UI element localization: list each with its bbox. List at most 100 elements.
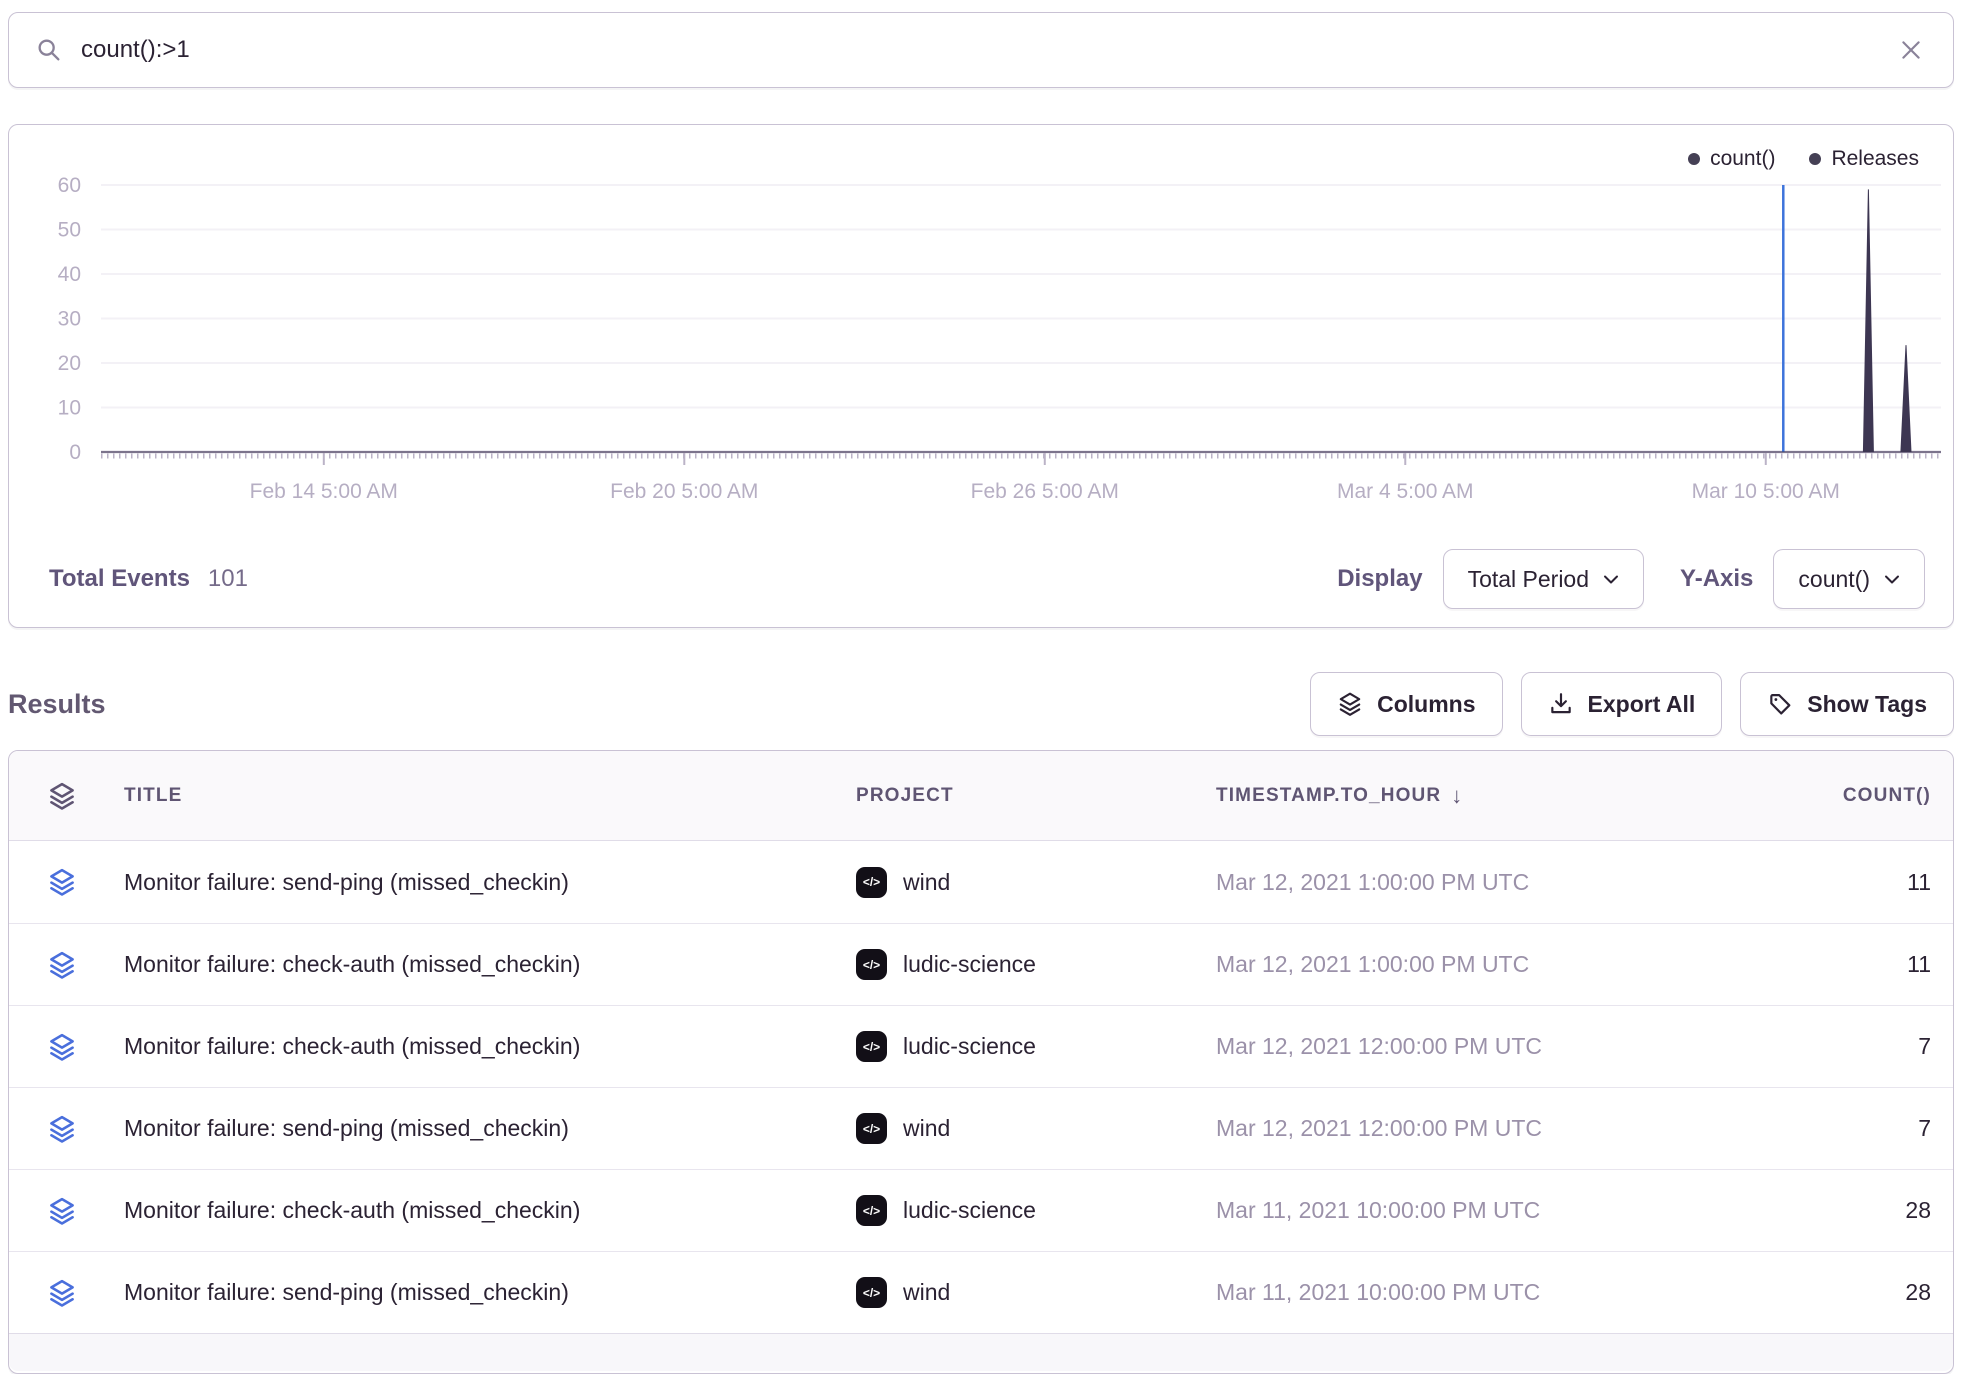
search-bar (8, 12, 1954, 88)
row-icon-cell (9, 1114, 124, 1144)
total-events-label: Total Events (49, 565, 190, 593)
layers-icon (47, 950, 77, 980)
project-platform-icon: </> (856, 1195, 887, 1226)
timestamp-cell: Mar 12, 2021 12:00:00 PM UTC (1216, 1033, 1666, 1060)
results-header-row: Results Columns Export All (8, 672, 1954, 736)
project-platform-icon: </> (856, 867, 887, 898)
sort-descending-icon: ↓ (1451, 783, 1463, 809)
svg-text:40: 40 (58, 263, 81, 286)
results-actions: Columns Export All Show Tags (1310, 672, 1954, 736)
table-row[interactable]: Monitor failure: send-ping (missed_check… (9, 1087, 1953, 1169)
count-cell: 7 (1666, 1033, 1953, 1060)
table-header-icon-cell (9, 781, 124, 811)
project-name: wind (903, 1279, 950, 1306)
svg-text:30: 30 (58, 308, 81, 331)
timestamp-cell: Mar 12, 2021 1:00:00 PM UTC (1216, 869, 1666, 896)
search-input[interactable] (81, 36, 1895, 64)
column-header-count[interactable]: Count() (1666, 785, 1953, 807)
svg-text:Feb 20 5:00 AM: Feb 20 5:00 AM (610, 480, 758, 503)
svg-text:10: 10 (58, 397, 81, 420)
table-row[interactable]: Monitor failure: send-ping (missed_check… (9, 841, 1953, 923)
timestamp-cell: Mar 11, 2021 10:00:00 PM UTC (1216, 1197, 1666, 1224)
project-cell: </> wind (856, 867, 1216, 898)
project-platform-icon: </> (856, 1277, 887, 1308)
svg-text:Feb 14 5:00 AM: Feb 14 5:00 AM (250, 480, 398, 503)
discover-page: count() Releases 0102030405060Feb 14 5:0… (0, 0, 1962, 1374)
layers-icon (47, 1196, 77, 1226)
project-cell: </> wind (856, 1277, 1216, 1308)
results-title: Results (8, 689, 106, 720)
yaxis-dropdown[interactable]: count() (1773, 549, 1925, 609)
svg-text:Feb 26 5:00 AM: Feb 26 5:00 AM (971, 480, 1119, 503)
total-events-value: 101 (208, 565, 248, 593)
display-dropdown-value: Total Period (1468, 566, 1589, 593)
project-name: ludic-science (903, 951, 1036, 978)
chart-canvas[interactable]: 0102030405060Feb 14 5:00 AMFeb 20 5:00 A… (9, 161, 1955, 561)
count-cell: 28 (1666, 1279, 1953, 1306)
table-body: Monitor failure: send-ping (missed_check… (9, 841, 1953, 1333)
row-icon-cell (9, 1278, 124, 1308)
project-cell: </> wind (856, 1113, 1216, 1144)
project-platform-icon: </> (856, 1113, 887, 1144)
svg-text:Mar 10 5:00 AM: Mar 10 5:00 AM (1692, 480, 1840, 503)
column-header-timestamp[interactable]: Timestamp.to_hour ↓ (1216, 783, 1666, 809)
layers-icon (47, 1032, 77, 1062)
chart-footer: Total Events 101 Display Total Period Y-… (9, 531, 1953, 627)
layers-icon (47, 781, 77, 811)
project-platform-icon: </> (856, 949, 887, 980)
event-title-link[interactable]: Monitor failure: send-ping (missed_check… (124, 1279, 856, 1306)
clear-search-button[interactable] (1895, 34, 1927, 66)
download-icon (1548, 691, 1574, 717)
table-row[interactable]: Monitor failure: check-auth (missed_chec… (9, 1169, 1953, 1251)
export-all-button[interactable]: Export All (1521, 672, 1723, 736)
table-header-row: Title Project Timestamp.to_hour ↓ Count(… (9, 751, 1953, 841)
svg-text:20: 20 (58, 352, 81, 375)
column-header-project[interactable]: Project (856, 785, 1216, 807)
events-chart-panel: count() Releases 0102030405060Feb 14 5:0… (8, 124, 1954, 628)
columns-button[interactable]: Columns (1310, 672, 1502, 736)
project-name: ludic-science (903, 1033, 1036, 1060)
display-label: Display (1337, 565, 1422, 593)
event-title-link[interactable]: Monitor failure: check-auth (missed_chec… (124, 951, 856, 978)
results-table: Title Project Timestamp.to_hour ↓ Count(… (8, 750, 1954, 1374)
chevron-down-icon (1884, 574, 1900, 585)
table-footer (9, 1333, 1953, 1371)
show-tags-button-label: Show Tags (1807, 691, 1927, 718)
row-icon-cell (9, 950, 124, 980)
count-cell: 11 (1666, 869, 1953, 896)
column-header-title[interactable]: Title (124, 785, 856, 807)
svg-text:0: 0 (69, 441, 81, 464)
timestamp-cell: Mar 12, 2021 1:00:00 PM UTC (1216, 951, 1666, 978)
event-title-link[interactable]: Monitor failure: send-ping (missed_check… (124, 869, 856, 896)
chart-controls: Display Total Period Y-Axis count() (1337, 549, 1925, 609)
count-cell: 11 (1666, 951, 1953, 978)
row-icon-cell (9, 1032, 124, 1062)
project-name: wind (903, 869, 950, 896)
project-cell: </> ludic-science (856, 1031, 1216, 1062)
columns-button-label: Columns (1377, 691, 1475, 718)
total-events: Total Events 101 (49, 565, 248, 593)
project-name: wind (903, 1115, 950, 1142)
row-icon-cell (9, 1196, 124, 1226)
svg-text:50: 50 (58, 219, 81, 242)
project-cell: </> ludic-science (856, 1195, 1216, 1226)
table-row[interactable]: Monitor failure: check-auth (missed_chec… (9, 1005, 1953, 1087)
tag-icon (1767, 691, 1793, 717)
yaxis-dropdown-value: count() (1798, 566, 1870, 593)
layers-icon (47, 867, 77, 897)
project-platform-icon: </> (856, 1031, 887, 1062)
timestamp-cell: Mar 12, 2021 12:00:00 PM UTC (1216, 1115, 1666, 1142)
table-row[interactable]: Monitor failure: send-ping (missed_check… (9, 1251, 1953, 1333)
layers-icon (1337, 691, 1363, 717)
count-cell: 28 (1666, 1197, 1953, 1224)
timestamp-cell: Mar 11, 2021 10:00:00 PM UTC (1216, 1279, 1666, 1306)
table-row[interactable]: Monitor failure: check-auth (missed_chec… (9, 923, 1953, 1005)
project-cell: </> ludic-science (856, 949, 1216, 980)
layers-icon (47, 1114, 77, 1144)
show-tags-button[interactable]: Show Tags (1740, 672, 1954, 736)
event-title-link[interactable]: Monitor failure: send-ping (missed_check… (124, 1115, 856, 1142)
event-title-link[interactable]: Monitor failure: check-auth (missed_chec… (124, 1197, 856, 1224)
svg-text:Mar 4 5:00 AM: Mar 4 5:00 AM (1337, 480, 1474, 503)
event-title-link[interactable]: Monitor failure: check-auth (missed_chec… (124, 1033, 856, 1060)
display-dropdown[interactable]: Total Period (1443, 549, 1644, 609)
